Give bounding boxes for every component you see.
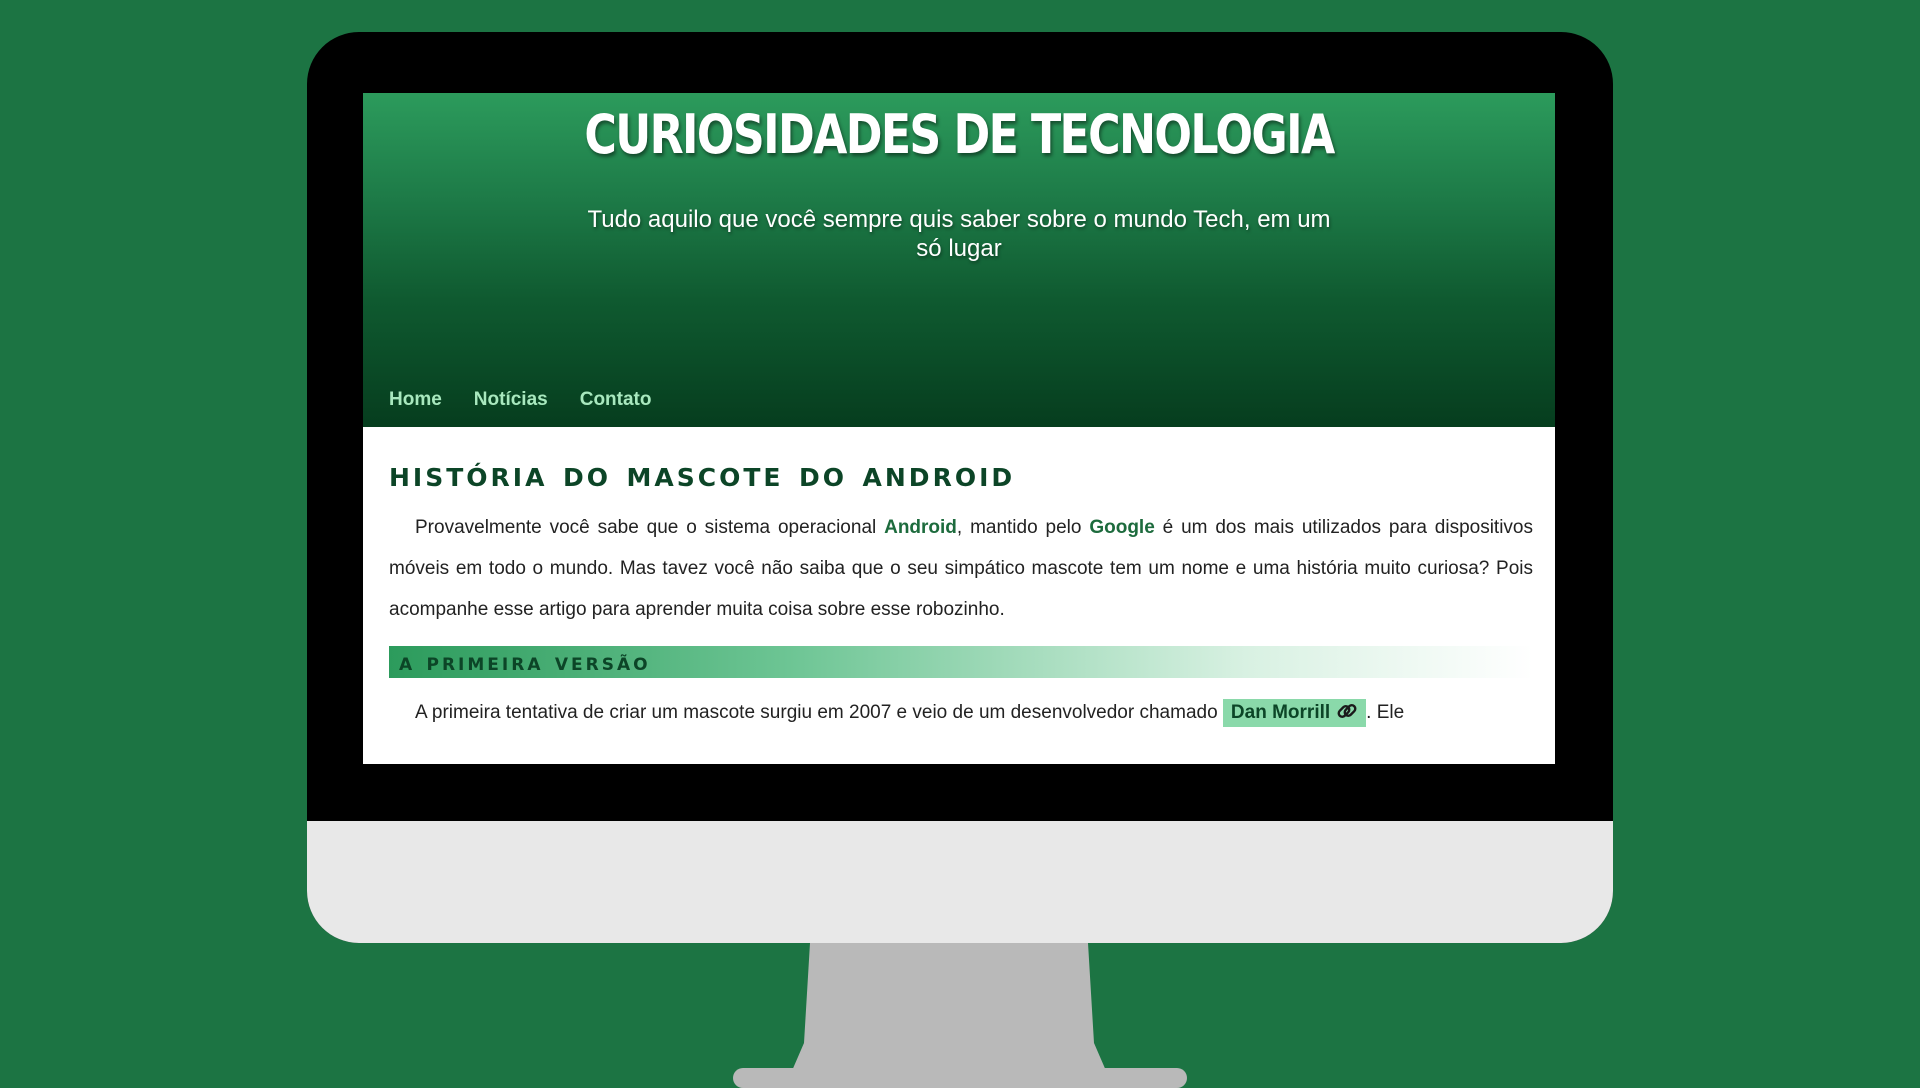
section-title: A PRIMEIRA VERSÃO	[389, 646, 1533, 678]
intro-paragraph: Provavelmente você sabe que o sistema op…	[389, 507, 1533, 630]
monitor-stand	[788, 943, 1110, 1080]
intro-text-2: , mantido pelo	[956, 517, 1090, 538]
link-icon	[1337, 704, 1357, 718]
article-title: HISTÓRIA DO MASCOTE DO ANDROID	[389, 454, 1016, 495]
section-text-2: . Ele	[1366, 702, 1405, 723]
nav-home[interactable]: Home	[389, 389, 442, 411]
nav-noticias[interactable]: Notícias	[474, 389, 548, 411]
monitor-chin	[307, 821, 1613, 943]
nav-contato[interactable]: Contato	[580, 389, 652, 411]
intro-text-1: Provavelmente você sabe que o sistema op…	[415, 517, 885, 538]
monitor-stand-base	[733, 1068, 1187, 1088]
site-title: CURIOSIDADES DE TECNOLOGIA	[584, 103, 1335, 166]
site-header: CURIOSIDADES DE TECNOLOGIA Tudo aquilo q…	[363, 93, 1555, 427]
main-nav: Home Notícias Contato	[389, 389, 651, 411]
google-highlight: Google	[1089, 517, 1155, 538]
android-highlight: Android	[884, 517, 957, 538]
section-paragraph: A primeira tentativa de criar um mascote…	[389, 692, 1533, 733]
article-content: HISTÓRIA DO MASCOTE DO ANDROID Provavelm…	[389, 427, 1533, 733]
section-text-1: A primeira tentativa de criar um mascote…	[415, 702, 1223, 723]
site-subtitle: Tudo aquilo que você sempre quis saber s…	[587, 206, 1331, 262]
link-label: Dan Morrill	[1230, 702, 1331, 723]
browser-viewport[interactable]: CURIOSIDADES DE TECNOLOGIA Tudo aquilo q…	[363, 93, 1555, 764]
dan-morrill-link[interactable]: Dan Morrill	[1222, 699, 1367, 727]
